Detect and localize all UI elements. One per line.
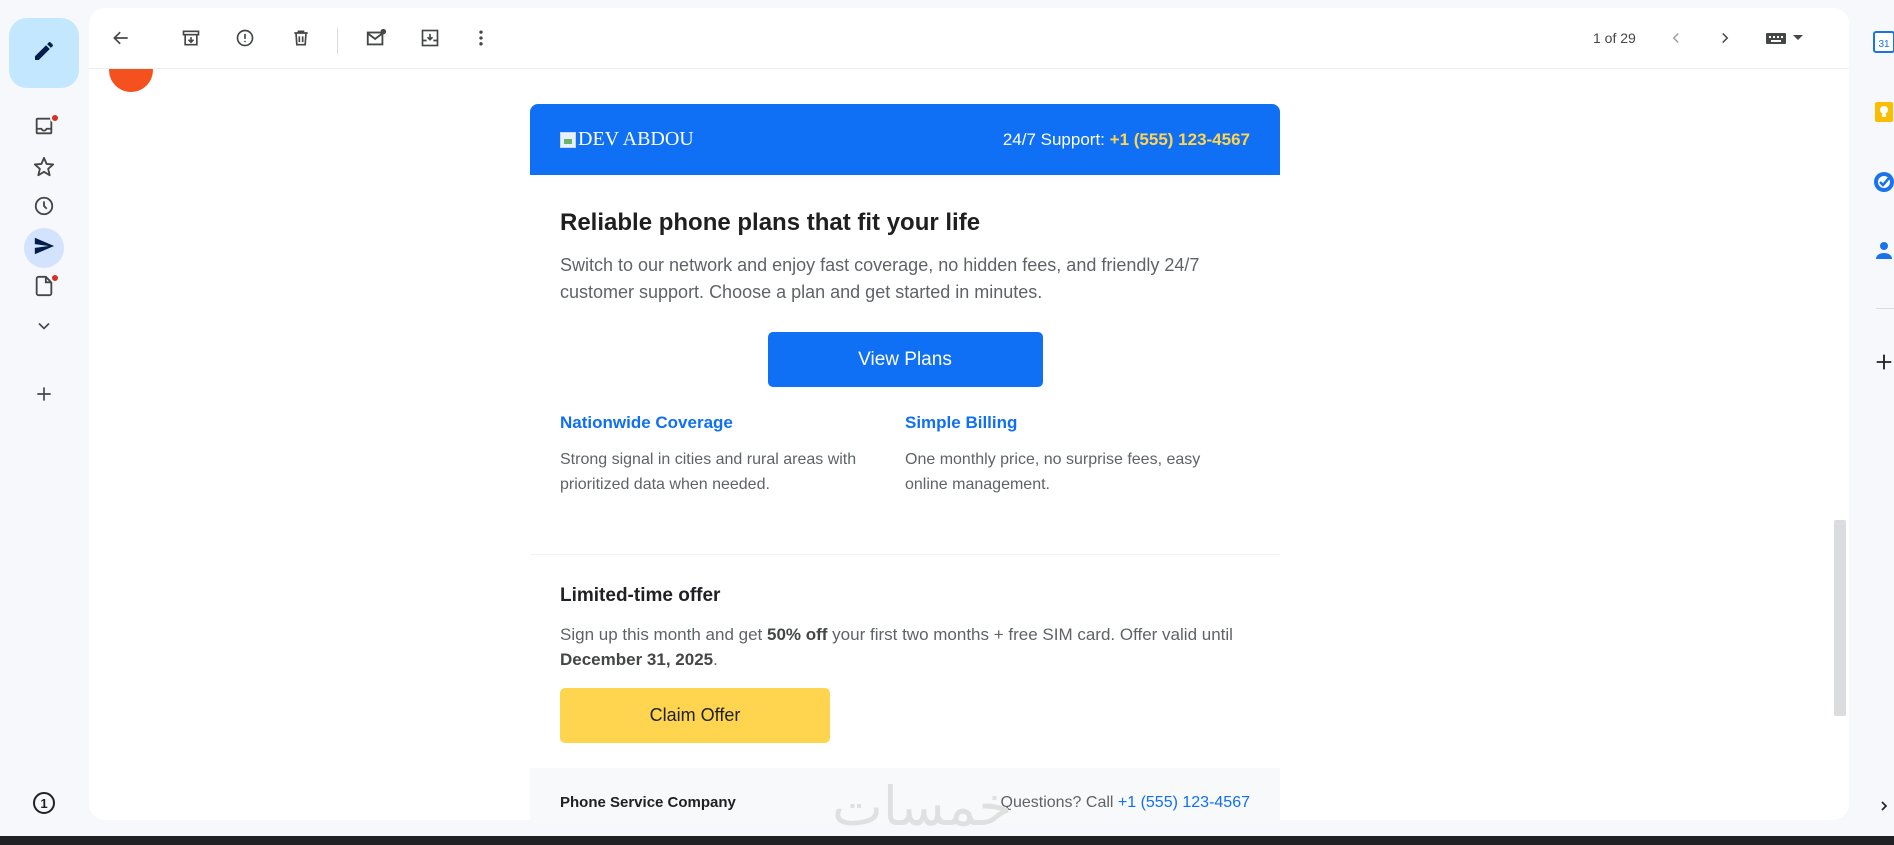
add-icon [1873,351,1894,378]
drafts-badge [50,273,60,283]
sent-nav[interactable] [24,228,64,268]
send-icon [33,235,55,262]
mark-unread-button[interactable] [356,20,396,60]
offer-text-part: Sign up this month and get [560,625,767,644]
move-to-button[interactable] [410,20,450,60]
info-button-label: 1 [40,795,48,811]
chevron-right-icon [1876,798,1892,819]
message-toolbar: 1 of 29 [89,8,1849,69]
back-button[interactable] [101,20,141,60]
contacts-app-button[interactable] [1872,240,1894,264]
feature-list: Nationwide Coverage Strong signal in cit… [560,413,1250,497]
pager-count: 1 of 29 [1593,30,1636,46]
plus-icon [34,384,54,409]
delete-button[interactable] [281,20,321,60]
offer-title: Limited-time offer [560,585,721,606]
view-plans-button[interactable]: View Plans [767,332,1043,387]
more-nav[interactable] [24,308,64,348]
chevron-left-icon [1667,29,1685,52]
support-label: 24/7 Support: [1002,129,1110,149]
support-line: 24/7 Support: +1 (555) 123-4567 [1003,130,1250,150]
left-rail: 1 [0,0,88,845]
compose-button[interactable] [9,18,79,88]
feature-description: One monthly price, no surprise fees, eas… [905,451,1201,493]
footer-question: Questions? Call [1000,794,1118,811]
report-spam-button[interactable] [225,20,265,60]
pencil-icon [32,39,56,68]
offer-discount: 50% off [766,625,828,644]
contacts-icon [1872,238,1894,267]
tasks-icon [1872,170,1894,199]
star-icon [33,156,55,183]
starred-nav[interactable] [24,149,64,189]
footer-company-name: Phone Service Company [560,794,736,811]
newer-button[interactable] [1656,20,1696,60]
tasks-app-button[interactable] [1872,170,1894,199]
footer-phone-link[interactable]: +1 (555) 123-4567 [1118,794,1250,811]
chevron-down-icon [34,316,54,341]
side-panel-divider [1876,308,1894,309]
claim-offer-button[interactable]: Claim Offer [560,688,830,743]
delete-icon [291,28,311,53]
show-side-panel-button[interactable] [1872,796,1894,820]
get-addons-button[interactable] [1872,352,1894,376]
offer-text: Sign up this month and get 50% off your … [560,622,1250,672]
feature-item: Simple Billing One monthly price, no sur… [905,413,1250,497]
more-options-button[interactable] [461,20,501,60]
back-arrow-icon [111,28,131,53]
archive-button[interactable] [171,20,211,60]
svg-text:31: 31 [1878,39,1890,50]
snoozed-nav[interactable] [24,188,64,228]
support-phone-link[interactable]: +1 (555) 123-4567 [1110,130,1250,149]
broken-image-icon [560,131,576,148]
inbox-nav[interactable] [24,108,64,148]
calendar-icon: 31 [1872,30,1894,59]
email-body: DEV ABDOU 24/7 Support: +1 (555) 123-456… [530,104,1280,823]
footer-contact: Questions? Call +1 (555) 123-4567 [1001,794,1251,812]
calendar-app-button[interactable]: 31 [1872,30,1894,59]
cta-wrapper: View Plans [560,332,1250,387]
email-main-section: Reliable phone plans that fit your life … [530,175,1280,497]
chevron-right-icon [1716,29,1734,52]
input-tools-button[interactable] [1755,20,1815,60]
feature-title: Nationwide Coverage [560,413,733,432]
email-headline: Reliable phone plans that fit your life [560,209,981,236]
brand-logo[interactable]: DEV ABDOU [560,128,694,151]
older-button[interactable] [1705,20,1745,60]
info-button[interactable]: 1 [33,792,55,814]
report-spam-icon [235,28,255,53]
new-label-button[interactable] [24,376,64,416]
more-vert-icon [471,28,491,53]
offer-deadline: December 31, 2025 [560,650,714,669]
mark-unread-icon [365,27,387,54]
watermark-logo: خمسات [832,775,1013,838]
scrollbar-thumb[interactable] [1834,520,1846,716]
feature-title: Simple Billing [905,413,1018,432]
offer-text-part: . [713,650,718,669]
feature-description: Strong signal in cities and rural areas … [560,451,857,493]
side-panel: 31 [1862,0,1894,845]
offer-section: Limited-time offer Sign up this month an… [530,555,1280,743]
archive-icon [181,28,201,53]
keep-icon [1872,100,1894,129]
feature-item: Nationwide Coverage Strong signal in cit… [560,413,905,497]
move-to-icon [420,28,440,53]
logo-alt-text: DEV ABDOU [578,128,694,150]
keep-app-button[interactable] [1872,100,1894,129]
inbox-badge [50,113,60,123]
email-header: DEV ABDOU 24/7 Support: +1 (555) 123-456… [530,104,1280,175]
email-intro: Switch to our network and enjoy fast cov… [560,255,1200,302]
keyboard-icon [1765,28,1805,53]
toolbar-divider [337,28,338,54]
drafts-nav[interactable] [24,268,64,308]
clock-icon [33,195,55,222]
offer-text-part: your first two months + free SIM card. O… [827,625,1233,644]
